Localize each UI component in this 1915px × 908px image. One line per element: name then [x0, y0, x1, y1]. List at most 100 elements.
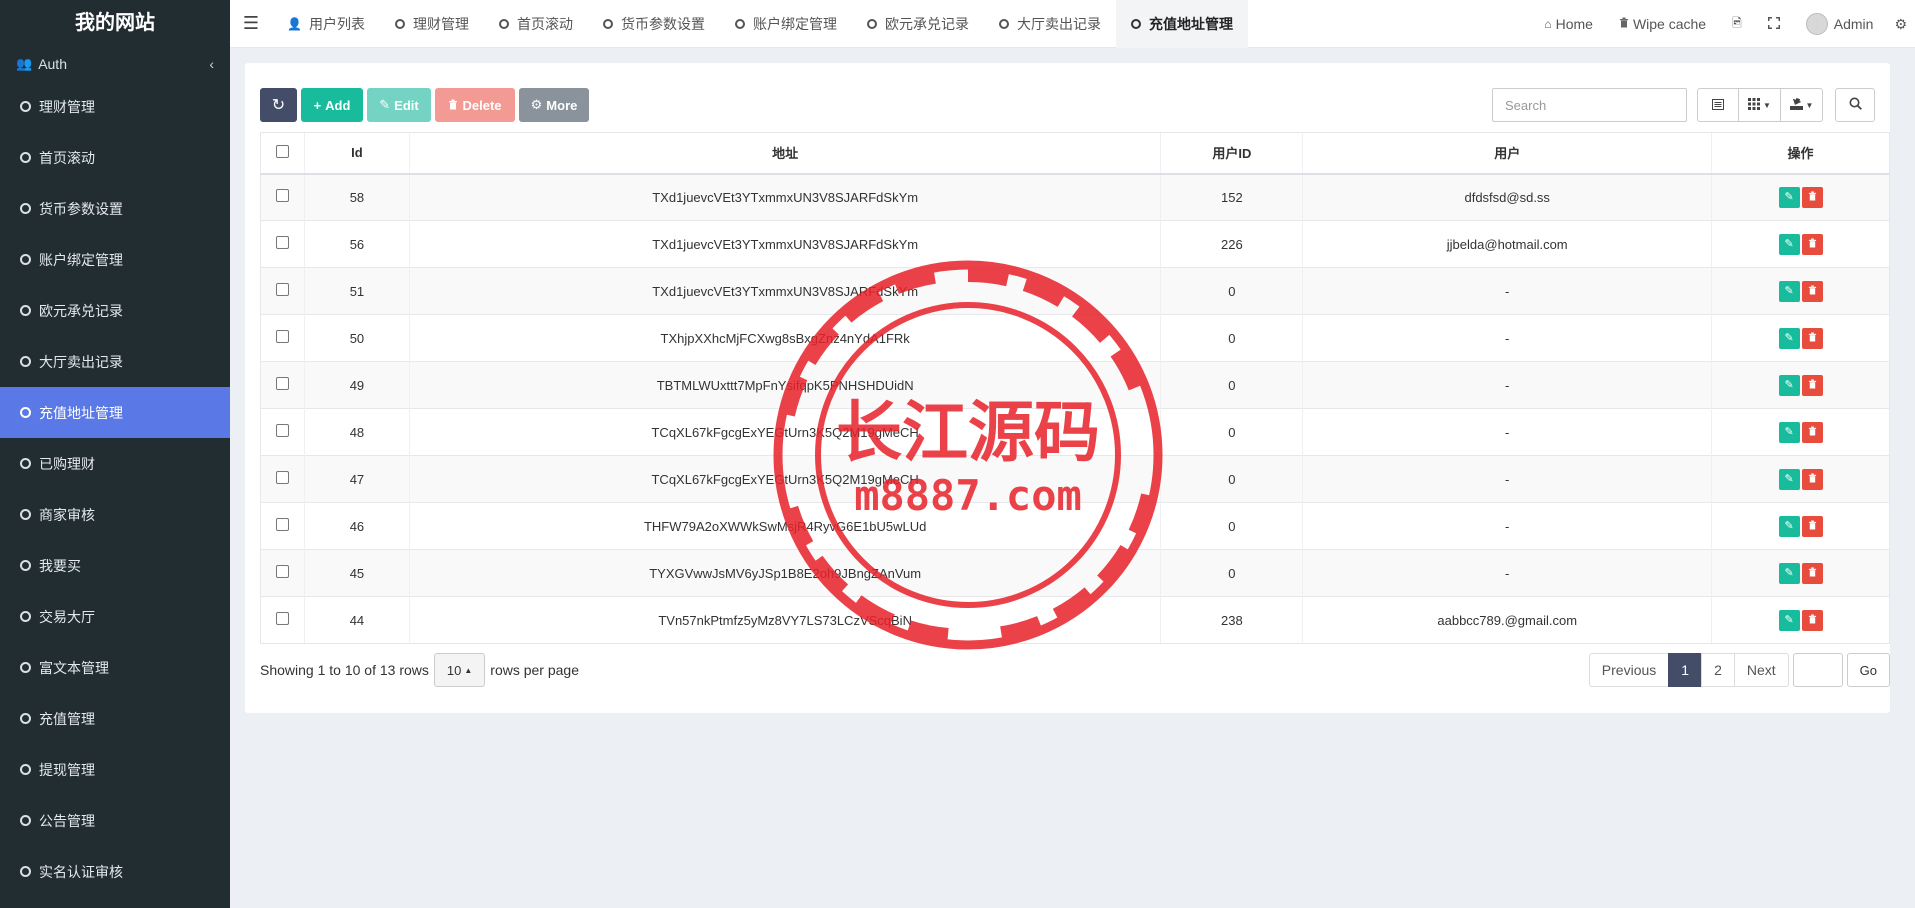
- sidebar-item[interactable]: 已购理财: [0, 438, 230, 489]
- row-select-cell: [260, 361, 305, 409]
- table-row[interactable]: 58 TXd1juevcVEt3YTxmmxUN3V8SJARFdSkYm 152 d…: [260, 173, 1890, 221]
- export-dropdown[interactable]: ▼: [1781, 88, 1823, 122]
- select-all-checkbox[interactable]: [275, 144, 289, 158]
- row-checkbox[interactable]: [275, 612, 289, 625]
- toggle-view-button[interactable]: [1697, 88, 1739, 122]
- table-row[interactable]: 44 TVn57nkPtmfz5yMz8VY7LS73LCzVScqBiN 238 a…: [260, 596, 1890, 644]
- sidebar-item[interactable]: 货币参数设置: [0, 183, 230, 234]
- nav-tab[interactable]: 👤 用户列表: [272, 0, 380, 48]
- edit-button[interactable]: ✎ Edit: [367, 88, 431, 122]
- tab-bar: 👤 用户列表 理财管理 首页滚动 货币参数设置 账户绑定管理 欧元承兑记录 大厅卖出记录 充值地…: [272, 0, 1248, 48]
- row-edit-button[interactable]: ✎: [1778, 609, 1800, 631]
- table-row[interactable]: 51 TXd1juevcVEt3YTxmmxUN3V8SJARFdSkYm 0- ✎: [260, 267, 1890, 315]
- row-edit-button[interactable]: ✎: [1778, 374, 1800, 396]
- row-delete-button[interactable]: [1801, 609, 1823, 631]
- row-checkbox[interactable]: [275, 189, 289, 203]
- sidebar-item[interactable]: 实名认证审核: [0, 846, 230, 897]
- search-input[interactable]: [1492, 88, 1687, 122]
- row-checkbox[interactable]: [275, 283, 289, 296]
- row-edit-button[interactable]: ✎: [1778, 327, 1800, 349]
- settings-toggle[interactable]: ⚙: [1886, 0, 1915, 48]
- table-row[interactable]: 48 TCqXL67kFgcgExYEGtUrn3K5Q2M19gMeCH 0- ✎: [260, 408, 1890, 456]
- circle-icon: [602, 18, 613, 29]
- row-edit-button[interactable]: ✎: [1778, 280, 1800, 302]
- search-button[interactable]: [1835, 88, 1875, 122]
- row-edit-button[interactable]: ✎: [1778, 186, 1800, 208]
- language-toggle[interactable]: 🖻: [1719, 0, 1755, 48]
- row-edit-button[interactable]: ✎: [1778, 515, 1800, 537]
- row-checkbox[interactable]: [275, 471, 289, 484]
- row-edit-button[interactable]: ✎: [1778, 233, 1800, 255]
- row-delete-button[interactable]: [1801, 468, 1823, 490]
- nav-tab[interactable]: 大厅卖出记录: [984, 0, 1116, 48]
- next-page-button[interactable]: Next: [1733, 653, 1789, 687]
- row-delete-button[interactable]: [1801, 327, 1823, 349]
- page-size-dropdown[interactable]: 10 ▲: [433, 653, 486, 687]
- admin-user-menu[interactable]: Admin: [1793, 0, 1887, 48]
- add-button[interactable]: + Add: [301, 88, 363, 122]
- columns-dropdown[interactable]: ▼: [1739, 88, 1781, 122]
- fullscreen-toggle[interactable]: [1755, 0, 1793, 48]
- sidebar-item[interactable]: 欧元承兑记录: [0, 285, 230, 336]
- table-row[interactable]: 50 TXhjpXXhcMjFCXwg8sBxgZnz4nYdA1FRk 0- ✎: [260, 314, 1890, 362]
- column-header-user-id[interactable]: 用户ID: [1160, 132, 1303, 175]
- previous-page-button[interactable]: Previous: [1588, 653, 1670, 687]
- row-checkbox[interactable]: [275, 424, 289, 437]
- sidebar-item[interactable]: 大厅卖出记录: [0, 336, 230, 387]
- sidebar-item[interactable]: 商家审核: [0, 489, 230, 540]
- sidebar-item[interactable]: 首页滚动: [0, 132, 230, 183]
- table-row[interactable]: 47 TCqXL67kFgcgExYEGtUrn3K5Q2M19gMeCH 0- ✎: [260, 455, 1890, 503]
- sidebar-item[interactable]: 提现管理: [0, 744, 230, 795]
- row-delete-button[interactable]: [1801, 515, 1823, 537]
- row-delete-button[interactable]: [1801, 374, 1823, 396]
- row-edit-button[interactable]: ✎: [1778, 562, 1800, 584]
- sidebar-item[interactable]: 账户绑定管理: [0, 234, 230, 285]
- sidebar-item[interactable]: 交易大厅: [0, 591, 230, 642]
- row-edit-button[interactable]: ✎: [1778, 421, 1800, 443]
- sidebar-auth-header[interactable]: 👥 Auth ‹: [0, 47, 230, 81]
- sidebar-item[interactable]: 充值管理: [0, 693, 230, 744]
- row-checkbox[interactable]: [275, 518, 289, 531]
- table-row[interactable]: 49 TBTMLWUxttt7MpFnYsifqpK5PNHSHDUidN 0- ✎: [260, 361, 1890, 409]
- row-checkbox[interactable]: [275, 330, 289, 343]
- table-row[interactable]: 45 TYXGVwwJsMV6yJSp1B8E2oh9JBngZAnVum 0- ✎: [260, 549, 1890, 597]
- row-delete-button[interactable]: [1801, 233, 1823, 255]
- go-button[interactable]: Go: [1846, 653, 1890, 687]
- page-number-button[interactable]: 1: [1668, 653, 1703, 687]
- brand-title[interactable]: 我的网站: [0, 0, 230, 47]
- sidebar-item[interactable]: 我要买: [0, 540, 230, 591]
- home-link[interactable]: ⌂ Home: [1531, 0, 1606, 48]
- table-row[interactable]: 56 TXd1juevcVEt3YTxmmxUN3V8SJARFdSkYm 226 j…: [260, 220, 1890, 268]
- row-checkbox[interactable]: [275, 236, 289, 249]
- more-button[interactable]: ⚙ More: [519, 88, 589, 122]
- row-delete-button[interactable]: [1801, 421, 1823, 443]
- chevron-left-icon[interactable]: ‹: [209, 56, 214, 72]
- hamburger-menu-icon[interactable]: ☰: [230, 0, 272, 48]
- column-header-id[interactable]: Id: [303, 132, 410, 175]
- table-row[interactable]: 46 THFW79A2oXWWkSwMsjR4RyvG6E1bU5wLUd 0- ✎: [260, 502, 1890, 550]
- nav-tab[interactable]: 充值地址管理: [1115, 0, 1248, 48]
- sidebar-item[interactable]: 公告管理: [0, 795, 230, 846]
- wipe-cache-link[interactable]: Wipe cache: [1606, 0, 1719, 48]
- nav-tab[interactable]: 首页滚动: [484, 0, 588, 48]
- nav-tab[interactable]: 账户绑定管理: [720, 0, 852, 48]
- refresh-button[interactable]: ↻: [260, 88, 297, 122]
- page-jump-input[interactable]: [1792, 653, 1843, 687]
- sidebar-item[interactable]: 充值地址管理: [0, 387, 230, 438]
- delete-button[interactable]: Delete: [435, 88, 515, 122]
- column-header-address[interactable]: 地址: [408, 132, 1161, 175]
- column-header-user[interactable]: 用户: [1302, 132, 1712, 175]
- row-delete-button[interactable]: [1801, 562, 1823, 584]
- sidebar-item[interactable]: 富文本管理: [0, 642, 230, 693]
- sidebar-item[interactable]: 理财管理: [0, 81, 230, 132]
- row-edit-button[interactable]: ✎: [1778, 468, 1800, 490]
- page-number-button[interactable]: 2: [1701, 653, 1735, 687]
- nav-tab[interactable]: 欧元承兑记录: [852, 0, 984, 48]
- row-delete-button[interactable]: [1801, 186, 1823, 208]
- row-checkbox[interactable]: [275, 565, 289, 578]
- sidebar-item-label: 大厅卖出记录: [39, 353, 123, 370]
- nav-tab[interactable]: 货币参数设置: [588, 0, 720, 48]
- row-delete-button[interactable]: [1801, 280, 1823, 302]
- nav-tab[interactable]: 理财管理: [380, 0, 484, 48]
- row-checkbox[interactable]: [275, 377, 289, 390]
